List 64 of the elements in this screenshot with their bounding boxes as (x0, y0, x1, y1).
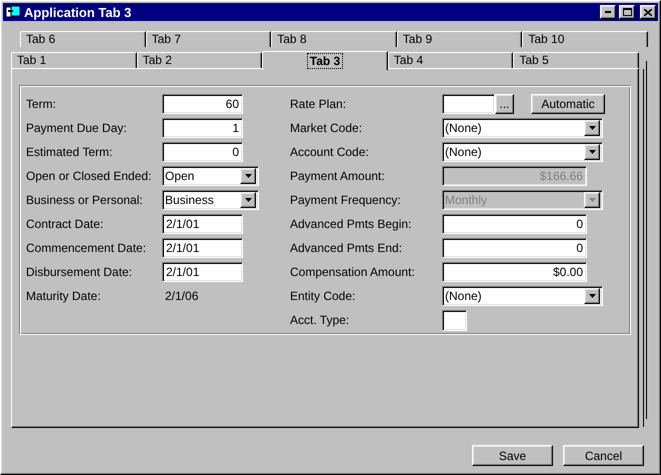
input-field[interactable]: 1 (162, 118, 243, 138)
minimize-button[interactable] (600, 5, 616, 19)
input-field[interactable]: 0 (442, 238, 587, 258)
close-button[interactable] (640, 5, 656, 19)
minimize-icon (605, 11, 611, 13)
input-field[interactable] (442, 310, 467, 330)
field-label: Maturity Date: (26, 289, 102, 303)
tab[interactable]: Tab 7 (146, 31, 272, 47)
field-label: Business or Personal: (26, 193, 144, 207)
field-label: Rate Plan: (290, 97, 348, 111)
save-button[interactable]: Save (472, 445, 553, 466)
field-label: Advanced Pmts End: (290, 241, 404, 255)
caret-icon (588, 198, 596, 202)
tab[interactable]: Tab 10 (522, 31, 648, 47)
date-field[interactable]: 2/1/01 (162, 262, 243, 282)
caret-icon (588, 150, 596, 154)
input-field[interactable] (442, 94, 495, 114)
dropdown[interactable]: Open (162, 166, 259, 186)
field-label: Payment Amount: (290, 169, 386, 183)
field-value: 2/1/06 (164, 289, 198, 303)
dropdown[interactable]: (None) (442, 286, 603, 306)
field-label: Market Code: (290, 121, 364, 135)
close-icon (644, 8, 652, 16)
field-label: Account Code: (290, 145, 370, 159)
dropdown[interactable]: (None) (442, 118, 603, 138)
field-label: Term: (26, 97, 57, 111)
maximize-button[interactable] (619, 5, 635, 19)
input-field[interactable]: 0 (162, 142, 243, 162)
window-title: Application Tab 3 (24, 4, 132, 20)
field-label: Entity Code: (290, 289, 356, 303)
dropdown[interactable]: Business (162, 190, 259, 210)
field-label: Open or Closed Ended: (26, 169, 152, 183)
tab[interactable]: Tab 8 (271, 31, 397, 47)
input-field[interactable]: $0.00 (442, 262, 587, 282)
caret-icon (244, 198, 252, 202)
field-label: Advanced Pmts Begin: (290, 217, 412, 231)
tab[interactable]: Tab 3 (262, 51, 388, 70)
caret-icon (244, 174, 252, 178)
tab[interactable]: Tab 6 (20, 31, 146, 47)
caret-icon (588, 294, 596, 298)
field-label: Estimated Term: (26, 145, 114, 159)
field-label: Disbursement Date: (26, 265, 134, 279)
input-field[interactable]: 0 (442, 214, 587, 234)
tab[interactable]: Tab 9 (396, 31, 522, 47)
browse-button[interactable]: ... (495, 94, 514, 114)
field-label: Payment Due Day: (26, 121, 128, 135)
app-icon (5, 5, 21, 19)
field-label: Compensation Amount: (290, 265, 416, 279)
tab[interactable]: Tab 5 (513, 52, 639, 68)
dropdown[interactable]: (None) (442, 142, 603, 162)
cancel-button[interactable]: Cancel (563, 445, 644, 466)
field-label: Contract Date: (26, 217, 104, 231)
tab[interactable]: Tab 1 (11, 52, 137, 68)
maximize-icon (622, 8, 632, 16)
field-label: Acct. Type: (290, 313, 350, 327)
tab[interactable]: Tab 2 (136, 52, 262, 68)
automatic-button[interactable]: Automatic (531, 94, 605, 114)
caret-icon (588, 126, 596, 130)
date-field[interactable]: 2/1/01 (162, 238, 243, 258)
field-label: Payment Frequency: (290, 193, 402, 207)
input-field[interactable]: 60 (162, 94, 243, 114)
date-field[interactable]: 2/1/01 (162, 214, 243, 234)
tab[interactable]: Tab 4 (388, 52, 514, 68)
field-label: Commencement Date: (26, 241, 148, 255)
